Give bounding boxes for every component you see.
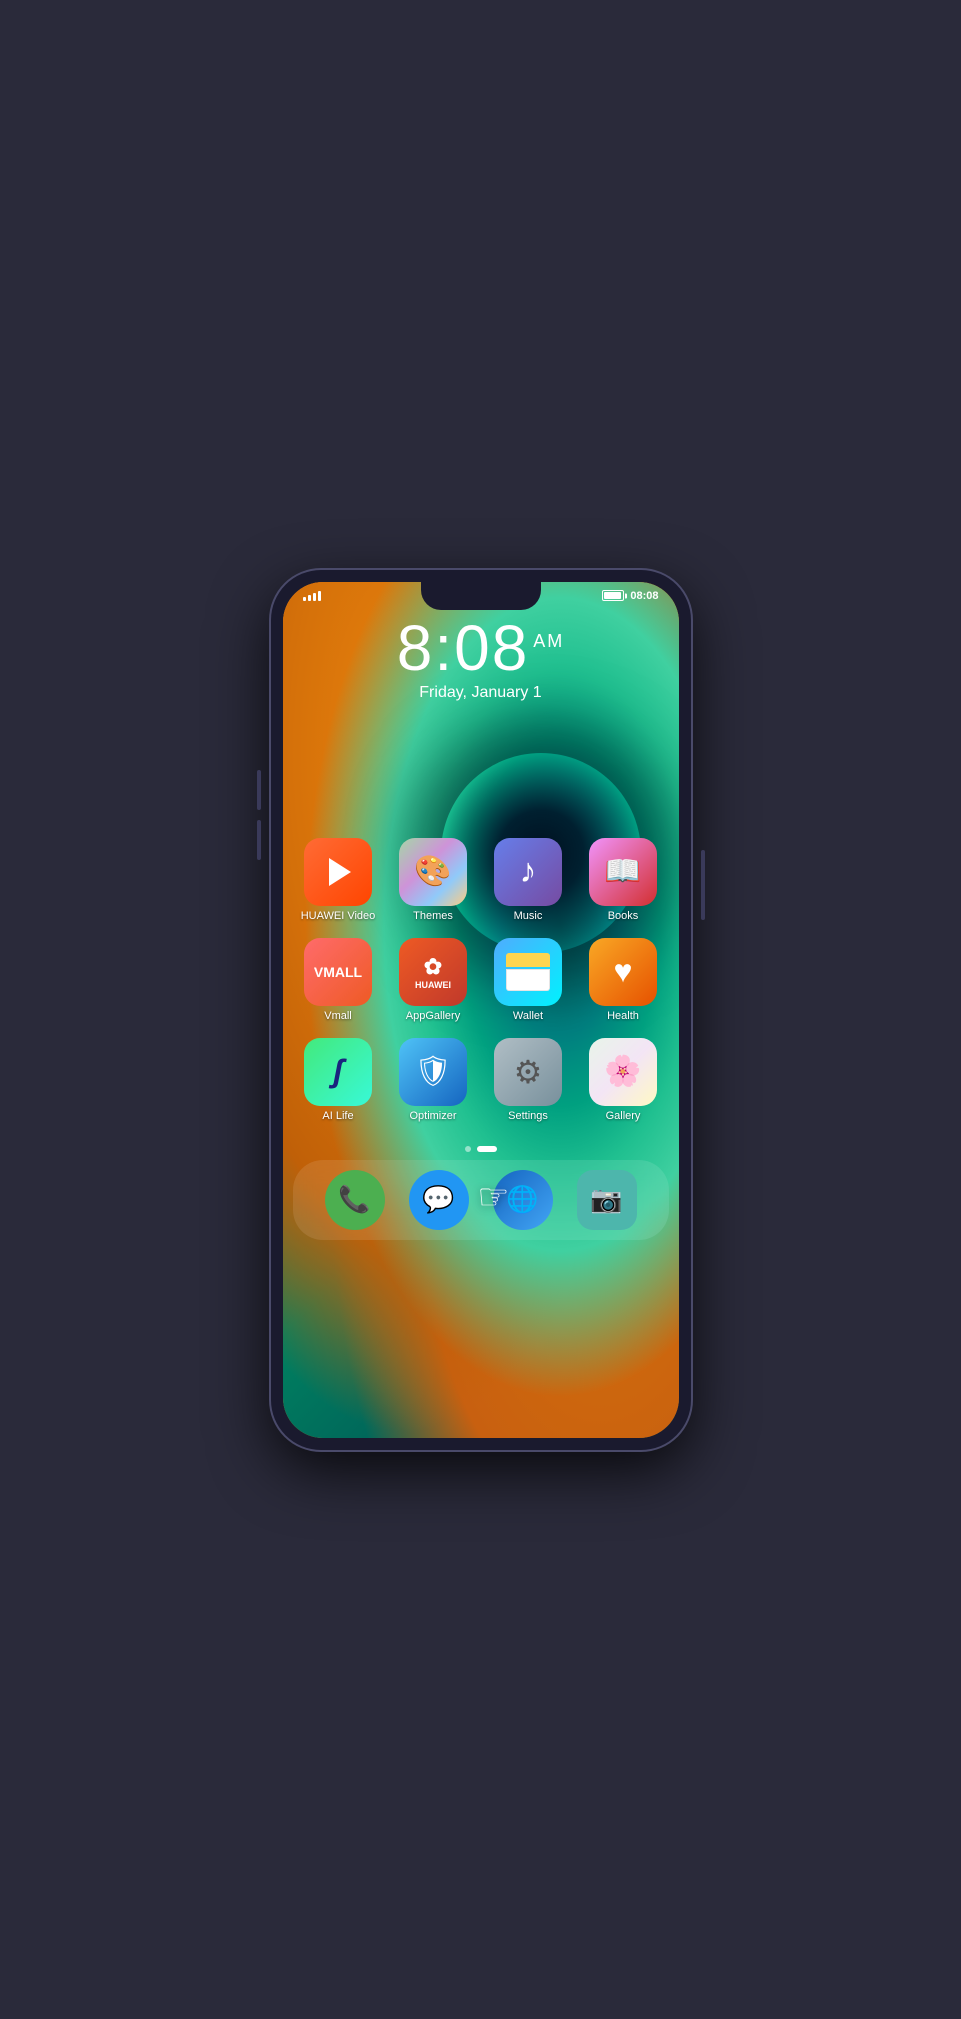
page-dot-1 — [465, 1146, 471, 1152]
app-themes[interactable]: Themes — [394, 838, 473, 922]
page-dot-2 — [477, 1146, 497, 1152]
clock-colon: : — [434, 612, 454, 684]
page-indicators — [283, 1146, 679, 1152]
book-icon: 📖 — [604, 854, 641, 889]
clock-date: Friday, January 1 — [283, 684, 679, 702]
app-icon-themes — [399, 838, 467, 906]
battery-icon — [602, 590, 624, 601]
app-icon-health: ♥ — [589, 938, 657, 1006]
app-label-books: Books — [608, 910, 639, 922]
phone-icon: 📞 — [338, 1184, 370, 1215]
dock-app-camera[interactable]: 📷 — [577, 1170, 637, 1230]
app-books[interactable]: 📖 Books — [584, 838, 663, 922]
apps-grid: HUAWEI Video Themes ♪ Music 📖 Books — [283, 822, 679, 1138]
app-label-themes: Themes — [413, 910, 453, 922]
app-music[interactable]: ♪ Music — [489, 838, 568, 922]
app-label-wallet: Wallet — [513, 1010, 543, 1022]
app-label-ai-life: AI Life — [322, 1110, 353, 1122]
appgallery-inner: ✿ HUAWEI — [415, 954, 451, 990]
notch — [421, 582, 541, 610]
app-label-gallery: Gallery — [606, 1110, 641, 1122]
app-label-appgallery: AppGallery — [406, 1010, 460, 1022]
clock-hour: 8 — [397, 612, 435, 684]
app-huawei-video[interactable]: HUAWEI Video — [299, 838, 378, 922]
wallet-card-bottom — [506, 969, 550, 991]
gallery-flower-icon: 🌸 — [604, 1054, 641, 1089]
phone-screen: 08:08 8:08AM Friday, January 1 HUAWEI Vi… — [283, 582, 679, 1438]
status-time: 08:08 — [630, 590, 658, 602]
app-appgallery[interactable]: ✿ HUAWEI AppGallery — [394, 938, 473, 1022]
time-display: 8:08AM Friday, January 1 — [283, 616, 679, 702]
app-icon-wallet — [494, 938, 562, 1006]
music-note-icon: ♪ — [520, 852, 537, 891]
app-label-vmall: Vmall — [324, 1010, 352, 1022]
huawei-logo-icon: ✿ — [424, 954, 442, 980]
volume-down-button[interactable] — [257, 820, 261, 860]
messages-icon: 💬 — [422, 1184, 454, 1215]
app-icon-ailife: ʃ — [304, 1038, 372, 1106]
app-label-huawei-video: HUAWEI Video — [301, 910, 376, 922]
app-icon-music: ♪ — [494, 838, 562, 906]
vmall-icon: VMALL — [314, 964, 362, 980]
app-label-optimizer: Optimizer — [409, 1110, 456, 1122]
huawei-text: HUAWEI — [415, 980, 451, 990]
app-gallery[interactable]: 🌸 Gallery — [584, 1038, 663, 1122]
signal-bar-1 — [303, 597, 306, 601]
app-label-settings: Settings — [508, 1110, 548, 1122]
signal-strength — [303, 591, 321, 601]
volume-up-button[interactable] — [257, 770, 261, 810]
play-icon — [329, 858, 351, 886]
app-settings[interactable]: ⚙ Settings — [489, 1038, 568, 1122]
app-label-health: Health — [607, 1010, 639, 1022]
app-optimizer[interactable]: 🛡 Optimizer — [394, 1038, 473, 1122]
wallet-card-top — [506, 953, 550, 967]
clock-minute: 08 — [454, 612, 529, 684]
signal-bar-2 — [308, 595, 311, 601]
app-icon-gallery: 🌸 — [589, 1038, 657, 1106]
signal-bar-4 — [318, 591, 321, 601]
clock-ampm: AM — [533, 631, 564, 651]
health-heart-icon: ♥ — [614, 953, 633, 990]
phone-frame: 08:08 8:08AM Friday, January 1 HUAWEI Vi… — [271, 570, 691, 1450]
app-wallet[interactable]: Wallet — [489, 938, 568, 1022]
app-icon-huawei-video — [304, 838, 372, 906]
app-icon-settings: ⚙ — [494, 1038, 562, 1106]
camera-icon: 📷 — [590, 1184, 622, 1215]
dock-app-messages[interactable]: 💬 — [409, 1170, 469, 1230]
app-vmall[interactable]: VMALL Vmall — [299, 938, 378, 1022]
cursor-pointer: ☞ — [477, 1176, 509, 1218]
settings-gear-icon: ⚙ — [514, 1053, 543, 1091]
clock-time: 8:08AM — [283, 616, 679, 680]
app-ai-life[interactable]: ʃ AI Life — [299, 1038, 378, 1122]
dock-app-phone[interactable]: 📞 — [325, 1170, 385, 1230]
browser-globe-icon: 🌐 — [506, 1184, 538, 1215]
app-icon-optimizer: 🛡 — [399, 1038, 467, 1106]
ailife-logo-icon: ʃ — [333, 1053, 343, 1090]
app-icon-vmall: VMALL — [304, 938, 372, 1006]
themes-inner-icon — [399, 838, 467, 906]
optimizer-shield-icon: 🛡 — [414, 1054, 452, 1089]
app-label-music: Music — [514, 910, 543, 922]
app-health[interactable]: ♥ Health — [584, 938, 663, 1022]
app-icon-books: 📖 — [589, 838, 657, 906]
power-button[interactable] — [701, 850, 705, 920]
signal-bar-3 — [313, 593, 316, 601]
app-icon-appgallery: ✿ HUAWEI — [399, 938, 467, 1006]
